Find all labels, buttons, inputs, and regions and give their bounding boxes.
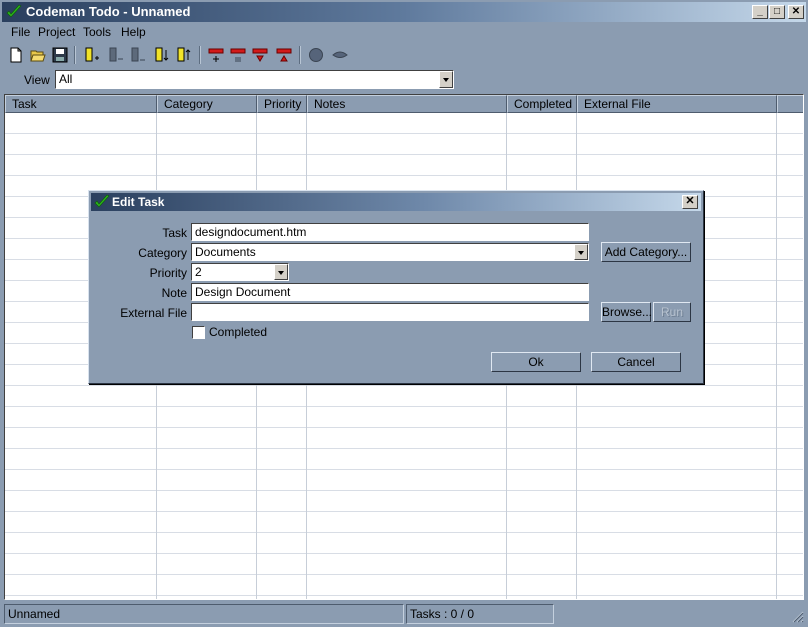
task-icon (109, 47, 123, 62)
browse-button[interactable]: Browse... (601, 302, 652, 322)
external-file-label: External File (120, 306, 187, 320)
eye-icon (332, 51, 348, 58)
task-button[interactable] (106, 45, 126, 65)
category-dropdown[interactable]: Documents (191, 243, 589, 261)
resize-grip-icon[interactable] (792, 611, 804, 623)
title-bar[interactable]: Codeman Todo - Unnamed _ □ ✕ (2, 2, 806, 22)
category-down-icon (252, 48, 268, 62)
eye-button[interactable] (330, 45, 350, 65)
category-button[interactable] (228, 45, 248, 65)
category-label: Category (138, 246, 187, 260)
note-label: Note (161, 286, 187, 300)
minimize-button[interactable]: _ (752, 5, 768, 19)
menu-help[interactable]: Help (121, 25, 146, 39)
close-icon: ✕ (791, 6, 801, 17)
category-down-button[interactable] (250, 45, 270, 65)
column-header-external-file[interactable]: External File (577, 95, 777, 113)
status-project: Unnamed (4, 604, 404, 624)
edit-task-dialog: Edit Task ✕ Task designdocument.htm Cate… (88, 190, 704, 384)
move-down-button[interactable] (152, 45, 172, 65)
task-button-2[interactable] (128, 45, 148, 65)
new-file-button[interactable] (6, 45, 26, 65)
chevron-down-icon[interactable] (274, 264, 288, 280)
ok-button[interactable]: Ok (491, 352, 581, 372)
toolbar (2, 43, 806, 67)
circle-button[interactable] (306, 45, 326, 65)
dialog-title-bar[interactable]: Edit Task ✕ (91, 193, 701, 211)
dialog-title: Edit Task (112, 195, 165, 209)
save-disk-icon (52, 47, 68, 63)
close-icon: ✕ (685, 195, 695, 207)
grid-header: Task Category Priority Notes Completed E… (5, 95, 803, 113)
maximize-icon: □ (773, 6, 781, 17)
open-folder-icon (30, 50, 46, 62)
category-up-icon (276, 48, 292, 62)
save-button[interactable] (50, 45, 70, 65)
move-up-icon (177, 47, 191, 62)
task-field[interactable]: designdocument.htm (191, 223, 589, 241)
add-category-icon (208, 48, 224, 62)
category-up-button[interactable] (274, 45, 294, 65)
menu-file[interactable]: File (11, 25, 30, 39)
main-window: Codeman Todo - Unnamed _ □ ✕ File Projec… (0, 0, 808, 627)
column-divider (776, 113, 777, 599)
note-field[interactable]: Design Document (191, 283, 589, 301)
chevron-down-icon[interactable] (574, 244, 588, 260)
add-category-button[interactable] (206, 45, 226, 65)
add-task-button[interactable] (82, 45, 102, 65)
status-tasks: Tasks : 0 / 0 (406, 604, 554, 624)
priority-dropdown[interactable]: 2 (191, 263, 289, 281)
view-label: View (24, 73, 50, 87)
column-header-filler (777, 95, 803, 113)
note-value: Design Document (195, 285, 291, 299)
toolbar-separator (74, 46, 76, 64)
view-row: View All (2, 68, 806, 92)
new-file-icon (10, 47, 22, 63)
cancel-button[interactable]: Cancel (591, 352, 681, 372)
completed-checkbox[interactable] (192, 326, 205, 339)
checkmark-app-icon (94, 194, 110, 208)
view-dropdown[interactable]: All (55, 70, 454, 89)
open-button[interactable] (28, 45, 48, 65)
dialog-close-button[interactable]: ✕ (682, 195, 698, 209)
maximize-button[interactable]: □ (769, 5, 785, 19)
category-icon (230, 48, 246, 62)
column-header-priority[interactable]: Priority (257, 95, 307, 113)
window-title: Codeman Todo - Unnamed (26, 4, 191, 19)
chevron-down-icon[interactable] (439, 71, 453, 88)
task-label: Task (162, 226, 187, 240)
category-value: Documents (195, 245, 256, 259)
close-button[interactable]: ✕ (788, 5, 804, 19)
toolbar-separator (199, 46, 201, 64)
add-category-button[interactable]: Add Category... (601, 242, 691, 262)
menu-bar: File Project Tools Help (2, 22, 806, 42)
checkmark-app-icon (6, 4, 22, 18)
task-value: designdocument.htm (195, 225, 307, 239)
column-header-notes[interactable]: Notes (307, 95, 507, 113)
move-up-button[interactable] (174, 45, 194, 65)
priority-label: Priority (149, 266, 187, 280)
external-file-field[interactable] (191, 303, 589, 321)
task-icon (131, 47, 145, 62)
menu-project[interactable]: Project (38, 25, 75, 39)
status-bar: Unnamed Tasks : 0 / 0 (2, 603, 806, 625)
minimize-icon: _ (757, 6, 763, 17)
column-header-category[interactable]: Category (157, 95, 257, 113)
column-header-completed[interactable]: Completed (507, 95, 577, 113)
toolbar-separator (299, 46, 301, 64)
view-value: All (59, 72, 73, 86)
completed-label[interactable]: Completed (209, 325, 267, 339)
menu-tools[interactable]: Tools (83, 25, 111, 39)
add-task-icon (85, 47, 99, 62)
circle-icon (309, 48, 323, 62)
priority-value: 2 (195, 265, 202, 279)
move-down-icon (155, 47, 169, 62)
column-header-task[interactable]: Task (5, 95, 157, 113)
run-button[interactable]: Run (653, 302, 691, 322)
